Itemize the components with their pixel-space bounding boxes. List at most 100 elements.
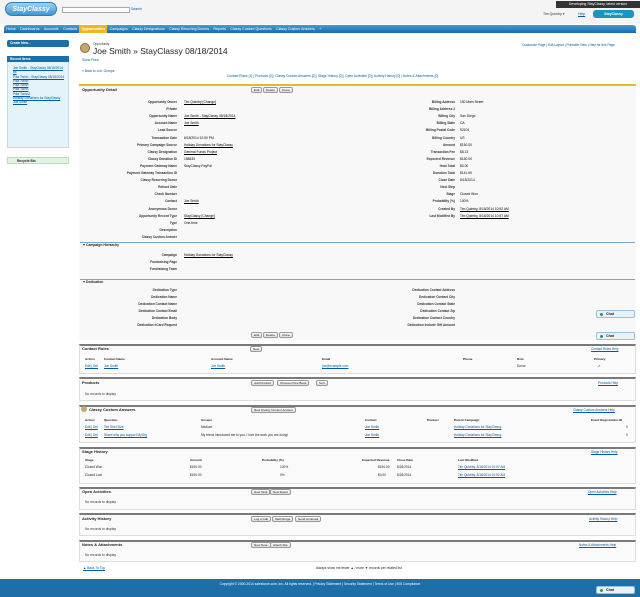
contact-roles-title: Contact Roles <box>82 346 109 351</box>
field-value: 8/18/2014 12:50 PM <box>184 135 214 140</box>
recycle-bin-link[interactable]: Recycle Bin <box>7 157 69 164</box>
back-to-top-link[interactable]: ▲ Back To Top <box>83 566 105 570</box>
question-link[interactable]: Tee Shirt Size <box>104 425 124 429</box>
field-label: Billing State <box>436 121 455 126</box>
field-value[interactable]: Joe Smith <box>184 121 199 125</box>
related-list-links[interactable]: Contact Roles [1] | Products [0] | Class… <box>227 74 438 78</box>
custom-answers-help-link[interactable]: Classy Custom Answers Help <box>573 408 615 412</box>
stage-history-title: Stage History <box>82 449 108 454</box>
add-product-button[interactable]: Add Product <box>251 380 275 386</box>
tab-classy-designations[interactable]: Classy Designations <box>130 25 167 33</box>
sort-button[interactable]: Sort <box>316 380 328 386</box>
tab-all-tabs[interactable]: + <box>317 25 323 33</box>
row-action-links[interactable]: Edit | Del <box>85 425 98 429</box>
attach-file-button[interactable]: Attach File <box>270 542 291 548</box>
close-date-value: 8/18/2014 <box>397 465 412 469</box>
app-switcher-button[interactable]: StayClassy <box>593 10 634 18</box>
edit-button[interactable]: Edit <box>251 87 263 93</box>
activity-history-help-link[interactable]: Activity History Help <box>589 517 617 521</box>
field-label: Amount <box>442 142 455 147</box>
field-value[interactable]: General Funds Project <box>184 150 217 154</box>
send-an-email-button[interactable]: Send an Email <box>295 516 322 522</box>
new-custom-answer-button[interactable]: New Classy Custom Answer <box>251 407 296 413</box>
expected-revenue-value: $150.00 <box>378 465 390 469</box>
tab-classy-custom-answers[interactable]: Classy Custom Answers <box>274 25 317 33</box>
dedication-header[interactable]: Dedication <box>80 279 635 284</box>
app-logo[interactable]: StayClassy <box>5 2 57 16</box>
tab-dashboards[interactable]: Dashboards <box>18 25 42 33</box>
field-label: Expected Revenue <box>426 156 455 161</box>
field-value[interactable]: StayClassy [Change] <box>184 214 215 218</box>
field-value: US <box>460 135 465 140</box>
field-value[interactable]: Tim Quimby [Change] <box>184 100 216 104</box>
row-action-links[interactable]: Edit | Del <box>85 364 98 368</box>
contact-link[interactable]: Joe Smith <box>104 364 118 368</box>
chat-widget[interactable]: Chat <box>596 586 635 594</box>
delete-button[interactable]: Delete <box>263 87 278 93</box>
recent-item[interactable]: Joe Smith - StayClassy 08/18/2014 <box>13 66 68 70</box>
tab-campaigns[interactable]: Campaigns <box>107 25 130 33</box>
chat-widget[interactable]: Chat <box>596 310 635 318</box>
choose-price-book-button[interactable]: Choose Price Book <box>277 380 310 386</box>
open-activities-help-link[interactable]: Open Activities Help <box>588 490 617 494</box>
notes-help-link[interactable]: Notes & Attachments Help <box>579 543 616 547</box>
create-new-button[interactable]: Create New... <box>7 40 69 47</box>
search-button[interactable]: Search <box>131 7 142 11</box>
search-input[interactable] <box>62 7 130 13</box>
user-menu[interactable]: Tim Quimby ▾ <box>543 12 564 16</box>
clone-button[interactable]: Clone <box>279 87 294 93</box>
field-value: 100% <box>460 199 469 204</box>
field-value[interactable]: Tim Quimby, 8/18/2014 10:52 AM <box>460 207 509 211</box>
log-a-call-button[interactable]: Log a Call <box>251 516 271 522</box>
last-modified-link[interactable]: Tim Quimby, 8/18/2014 10:57 AM <box>458 465 505 469</box>
field-value[interactable]: Tim Quimby, 8/18/2014 10:57 AM <box>460 214 509 218</box>
back-to-list-link[interactable]: « Back to List: Groups <box>82 69 114 73</box>
tab-opportunities[interactable]: Opportunities <box>79 25 108 33</box>
edit-button-bottom[interactable]: Edit <box>251 332 263 338</box>
clone-button-bottom[interactable]: Clone <box>279 332 294 338</box>
field-value[interactable]: Holiday Donations for StayClassy <box>184 253 233 257</box>
field-value[interactable]: Holiday Donations for StayClassy <box>184 143 233 147</box>
stage-history-help-link[interactable]: Stage History Help <box>591 450 618 454</box>
tab-reports[interactable]: Reports <box>211 25 228 33</box>
mail-merge-button[interactable]: Mail Merge <box>272 516 294 522</box>
notes-attachments-title: Notes & Attachments <box>82 542 123 547</box>
new-event-button[interactable]: New Event <box>270 489 291 495</box>
campaign-hierarchy-header[interactable]: Campaign Hierarchy <box>80 242 635 247</box>
field-value: CA <box>460 121 465 126</box>
last-modified-link[interactable]: Tim Quimby, 8/18/2014 10:52 AM <box>458 473 505 477</box>
field-value: StayClassy PayPal <box>184 163 212 168</box>
tab-classy-custom-questions[interactable]: Classy Custom Questions <box>228 25 274 33</box>
field-value[interactable]: Joe Smith <box>184 199 199 203</box>
new-task-button[interactable]: New Task <box>251 489 271 495</box>
row-action-links[interactable]: Edit | Del <box>85 433 98 437</box>
tab-home[interactable]: Home <box>4 25 18 33</box>
field-value[interactable]: Joe Smith - StayClassy 08/18/2014 <box>184 114 236 118</box>
contact-link[interactable]: Joe Smith <box>365 425 379 429</box>
recent-items-title: Recent Items <box>7 56 69 62</box>
tab-classy-recurring-donors[interactable]: Classy Recurring Donors <box>167 25 211 33</box>
question-link[interactable]: Share why you support MyOrg <box>104 433 147 437</box>
new-contact-role-button[interactable]: New <box>250 346 263 352</box>
campaign-link[interactable]: Holiday Donations for StayClassy <box>454 425 501 429</box>
delete-button-bottom[interactable]: Delete <box>263 332 278 338</box>
show-feed-link[interactable]: Show Feed <box>82 58 99 62</box>
account-link[interactable]: Joe Smith <box>211 364 225 368</box>
chat-widget[interactable]: Chat <box>596 332 635 340</box>
record-count-toggle[interactable]: Always show me fewer ▲ / more ▼ records … <box>316 566 402 570</box>
recent-item[interactable]: Joe Smith <box>13 100 68 104</box>
help-link[interactable]: Help <box>578 12 585 16</box>
field-label: Close Date <box>438 178 455 183</box>
tab-contacts[interactable]: Contacts <box>61 25 80 33</box>
field-label: Dedication Contact State <box>417 302 455 306</box>
new-note-button[interactable]: New Note <box>251 542 271 548</box>
contact-roles-help-link[interactable]: Contact Roles Help <box>591 347 618 351</box>
email-link[interactable]: joe@example.com <box>322 364 348 368</box>
campaign-link[interactable]: Holiday Donations for StayClassy <box>454 433 501 437</box>
contact-link[interactable]: Joe Smith <box>365 433 379 437</box>
field-label: Dedication Contact City <box>419 295 455 299</box>
tab-accounts[interactable]: Accounts <box>42 25 61 33</box>
products-help-link[interactable]: Products Help <box>598 381 618 385</box>
field-value: $0.00 <box>460 163 469 168</box>
page-utility-links[interactable]: Customize Page | Edit Layout | Printable… <box>522 43 615 47</box>
